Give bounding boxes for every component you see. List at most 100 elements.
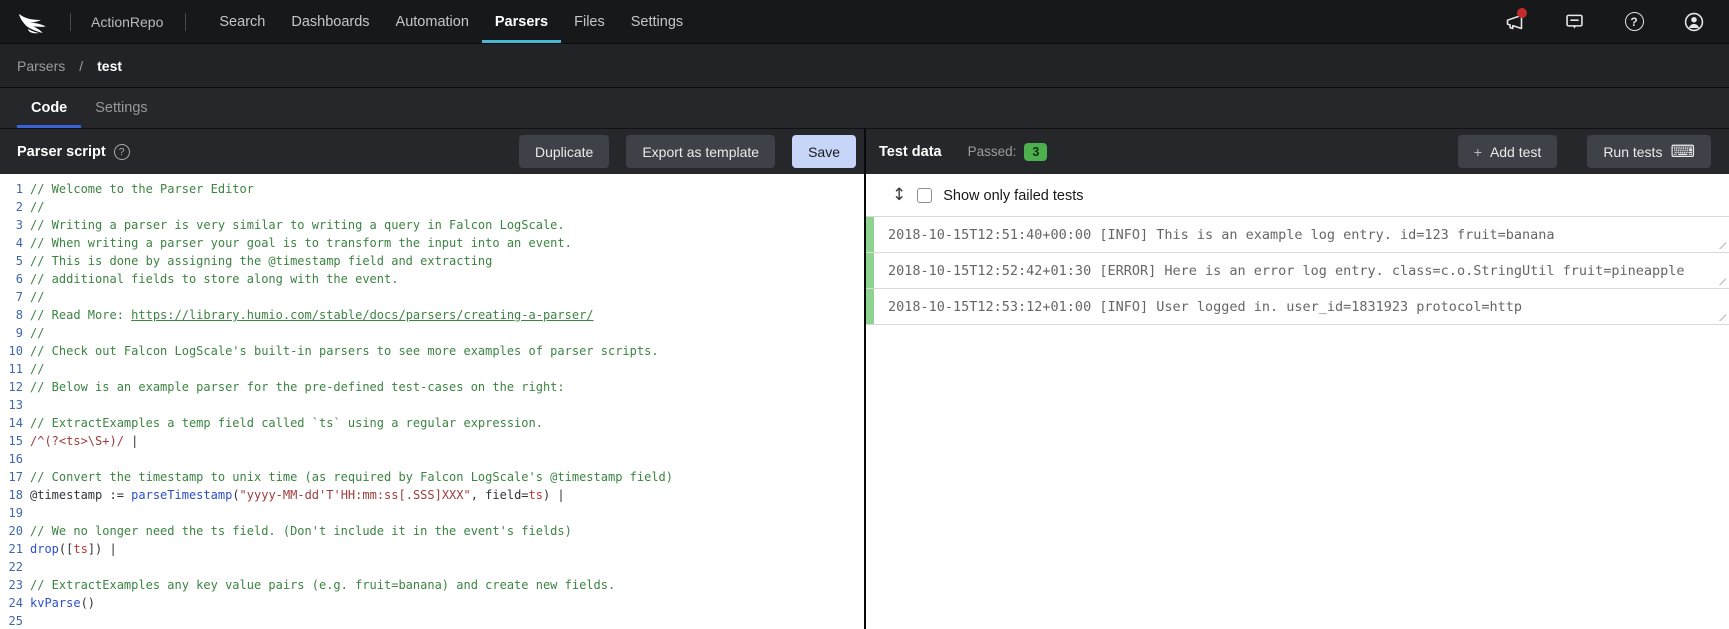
test-case-row[interactable]: 2018-10-15T12:52:42+01:30 [ERROR] Here i… xyxy=(866,253,1729,289)
test-passed-bar xyxy=(866,253,874,288)
editor-line: 5// This is done by assigning the @times… xyxy=(0,252,864,270)
nav-item-parsers[interactable]: Parsers xyxy=(482,0,561,43)
line-number: 1 xyxy=(0,180,30,198)
test-controls: ↕ Show only failed tests xyxy=(866,174,1729,216)
editor-line: 4// When writing a parser your goal is t… xyxy=(0,234,864,252)
nav-icons: ? xyxy=(1503,0,1729,43)
resize-grip-icon[interactable] xyxy=(1716,275,1726,285)
line-code[interactable]: // Check out Falcon LogScale's built-in … xyxy=(30,342,864,360)
test-case-row[interactable]: 2018-10-15T12:53:12+01:00 [INFO] User lo… xyxy=(866,289,1729,325)
line-code[interactable]: // ExtractExamples a temp field called `… xyxy=(30,414,864,432)
test-rows: 2018-10-15T12:51:40+00:00 [INFO] This is… xyxy=(866,216,1729,325)
top-nav: ActionRepo SearchDashboardsAutomationPar… xyxy=(0,0,1729,43)
editor-line: 6// additional fields to store along wit… xyxy=(0,270,864,288)
show-only-failed-checkbox[interactable] xyxy=(917,188,932,203)
run-tests-button[interactable]: Run tests ⌨ xyxy=(1587,135,1711,168)
editor-line: 13 xyxy=(0,396,864,414)
editor-line: 19 xyxy=(0,504,864,522)
crowdstrike-falcon-logo[interactable] xyxy=(0,0,70,43)
line-code[interactable] xyxy=(30,612,864,629)
announcements-icon[interactable] xyxy=(1503,11,1525,33)
line-code[interactable]: // xyxy=(30,324,864,342)
editor-line: 11// xyxy=(0,360,864,378)
nav-item-dashboards[interactable]: Dashboards xyxy=(278,0,382,43)
test-passed-bar xyxy=(866,217,874,252)
line-code[interactable]: kvParse() xyxy=(30,594,864,612)
repo-name[interactable]: ActionRepo xyxy=(71,0,185,43)
line-code[interactable]: // Writing a parser is very similar to w… xyxy=(30,216,864,234)
parser-script-help-icon[interactable]: ? xyxy=(114,144,130,160)
line-number: 6 xyxy=(0,270,30,288)
line-code[interactable]: // When writing a parser your goal is to… xyxy=(30,234,864,252)
line-number: 23 xyxy=(0,576,30,594)
resize-grip-icon[interactable] xyxy=(1716,311,1726,321)
save-button[interactable]: Save xyxy=(792,135,856,168)
nav-item-settings[interactable]: Settings xyxy=(618,0,696,43)
tab-bar: Code Settings xyxy=(0,87,1729,128)
help-icon[interactable]: ? xyxy=(1623,11,1645,33)
editor-line: 9// xyxy=(0,324,864,342)
editor-line: 23// ExtractExamples any key value pairs… xyxy=(0,576,864,594)
line-number: 21 xyxy=(0,540,30,558)
line-number: 22 xyxy=(0,558,30,576)
tab-code[interactable]: Code xyxy=(17,88,81,128)
line-code[interactable]: // xyxy=(30,288,864,306)
test-case-text: 2018-10-15T12:52:42+01:30 [ERROR] Here i… xyxy=(888,263,1685,279)
add-test-button[interactable]: + Add test xyxy=(1458,135,1558,168)
line-number: 14 xyxy=(0,414,30,432)
editor-line: 22 xyxy=(0,558,864,576)
line-code[interactable]: // This is done by assigning the @timest… xyxy=(30,252,864,270)
toolbar: Parser script ? Duplicate Export as temp… xyxy=(0,128,1729,174)
line-number: 7 xyxy=(0,288,30,306)
editor-line: 14// ExtractExamples a temp field called… xyxy=(0,414,864,432)
editor-line: 17// Convert the timestamp to unix time … xyxy=(0,468,864,486)
line-number: 18 xyxy=(0,486,30,504)
line-code[interactable] xyxy=(30,558,864,576)
messages-icon[interactable] xyxy=(1563,11,1585,33)
line-code[interactable] xyxy=(30,450,864,468)
duplicate-button[interactable]: Duplicate xyxy=(519,135,609,168)
line-number: 19 xyxy=(0,504,30,522)
line-number: 2 xyxy=(0,198,30,216)
resize-grip-icon[interactable] xyxy=(1716,239,1726,249)
line-code[interactable]: // xyxy=(30,360,864,378)
editor-line: 20// We no longer need the ts field. (Do… xyxy=(0,522,864,540)
line-code[interactable]: drop([ts]) | xyxy=(30,540,864,558)
passed-count-badge: 3 xyxy=(1024,143,1047,161)
parser-code-editor[interactable]: 1// Welcome to the Parser Editor2//3// W… xyxy=(0,174,866,629)
nav-item-automation[interactable]: Automation xyxy=(383,0,482,43)
line-code[interactable]: // Below is an example parser for the pr… xyxy=(30,378,864,396)
editor-line: 10// Check out Falcon LogScale's built-i… xyxy=(0,342,864,360)
line-code[interactable] xyxy=(30,396,864,414)
tab-settings[interactable]: Settings xyxy=(81,88,161,128)
doc-link[interactable]: https://library.humio.com/stable/docs/pa… xyxy=(131,308,593,322)
breadcrumb: Parsers / test xyxy=(0,43,1729,87)
line-code[interactable]: // ExtractExamples any key value pairs (… xyxy=(30,576,864,594)
line-code[interactable]: // Welcome to the Parser Editor xyxy=(30,180,864,198)
editor-line: 15/^(?<ts>\S+)/ | xyxy=(0,432,864,450)
test-case-row[interactable]: 2018-10-15T12:51:40+00:00 [INFO] This is… xyxy=(866,217,1729,253)
editor-line: 12// Below is an example parser for the … xyxy=(0,378,864,396)
nav-item-files[interactable]: Files xyxy=(561,0,618,43)
line-code[interactable]: // Read More: https://library.humio.com/… xyxy=(30,306,864,324)
line-number: 10 xyxy=(0,342,30,360)
line-code[interactable]: // We no longer need the ts field. (Don'… xyxy=(30,522,864,540)
line-number: 11 xyxy=(0,360,30,378)
line-code[interactable]: // Convert the timestamp to unix time (a… xyxy=(30,468,864,486)
test-case-text: 2018-10-15T12:51:40+00:00 [INFO] This is… xyxy=(888,227,1554,243)
resize-updown-icon[interactable]: ↕ xyxy=(892,187,906,204)
line-number: 9 xyxy=(0,324,30,342)
toolbar-left: Parser script ? Duplicate Export as temp… xyxy=(0,129,866,174)
line-code[interactable]: @timestamp := parseTimestamp("yyyy-MM-dd… xyxy=(30,486,864,504)
line-code[interactable]: /^(?<ts>\S+)/ | xyxy=(30,432,864,450)
breadcrumb-parsers-link[interactable]: Parsers xyxy=(17,58,65,74)
notification-badge xyxy=(1517,8,1527,18)
line-number: 3 xyxy=(0,216,30,234)
line-code[interactable]: // additional fields to store along with… xyxy=(30,270,864,288)
account-icon[interactable] xyxy=(1683,11,1705,33)
export-as-template-button[interactable]: Export as template xyxy=(626,135,775,168)
line-code[interactable] xyxy=(30,504,864,522)
line-code[interactable]: // xyxy=(30,198,864,216)
nav-item-search[interactable]: Search xyxy=(206,0,278,43)
nav-spacer xyxy=(696,0,1503,43)
